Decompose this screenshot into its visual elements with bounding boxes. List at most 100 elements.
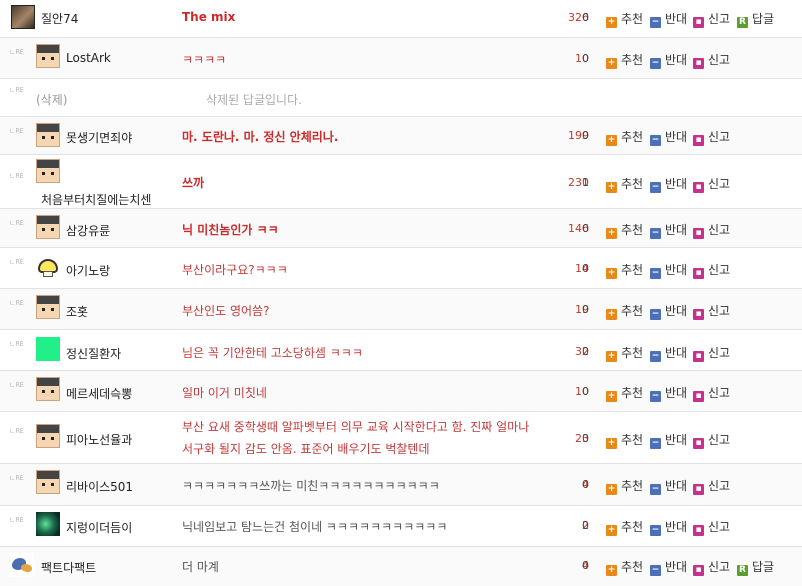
report-button[interactable]: ▪ 신고 <box>693 384 730 402</box>
comment-author[interactable]: 리바이스501 <box>66 478 133 495</box>
reply-icon: R <box>737 565 748 576</box>
user-avatar[interactable] <box>36 470 60 494</box>
recommend-button[interactable]: + 추천 <box>606 10 643 28</box>
oppose-button[interactable]: − 반대 <box>650 477 687 495</box>
user-avatar[interactable] <box>36 512 60 536</box>
user-avatar[interactable] <box>10 553 34 577</box>
comment-author[interactable]: 지렁이더듬이 <box>66 519 132 536</box>
comment-row: 질안74 The mix 326 0 + 추천 − 반대 ▪ 신고 R 답글 <box>0 0 802 38</box>
reply-arrow-icon: ㄴRE <box>9 474 24 482</box>
reply-arrow-icon: ㄴRE <box>9 340 24 348</box>
comment-author[interactable]: 못생기면죄야 <box>66 129 132 146</box>
user-avatar[interactable] <box>36 44 60 68</box>
report-button[interactable]: ▪ 신고 <box>693 344 730 362</box>
oppose-button[interactable]: − 반대 <box>650 51 687 69</box>
report-button[interactable]: ▪ 신고 <box>693 261 730 279</box>
comment-author[interactable]: 조홋 <box>66 303 88 320</box>
plus-icon: + <box>606 58 617 69</box>
minus-icon: − <box>650 351 661 362</box>
user-avatar[interactable] <box>36 295 60 319</box>
reply-row: ㄴRE 메르세데슥뽕 일마 이거 미칫네 10 0 + 추천 − 반대 ▪ 신고 <box>0 371 802 412</box>
recommend-button[interactable]: + 추천 <box>606 344 643 362</box>
plus-icon: + <box>606 565 617 576</box>
comment-author[interactable]: LostArk <box>66 51 111 65</box>
reply-arrow-icon: ㄴRE <box>9 516 24 524</box>
report-button[interactable]: ▪ 신고 <box>693 302 730 320</box>
user-avatar[interactable] <box>36 377 60 401</box>
recommend-button[interactable]: + 추천 <box>606 261 643 279</box>
oppose-button[interactable]: − 반대 <box>650 344 687 362</box>
user-avatar[interactable] <box>36 337 60 361</box>
comment-author[interactable]: 정신질환자 <box>66 345 121 362</box>
user-avatar[interactable] <box>36 255 60 279</box>
recommend-button[interactable]: + 추천 <box>606 175 643 193</box>
comment-text: 부산인도 영어씀? <box>182 304 270 318</box>
oppose-button[interactable]: − 반대 <box>650 261 687 279</box>
oppose-button[interactable]: − 반대 <box>650 431 687 449</box>
recommend-button[interactable]: + 추천 <box>606 558 643 576</box>
report-button[interactable]: ▪ 신고 <box>693 10 730 28</box>
report-icon: ▪ <box>693 565 704 576</box>
minus-icon: − <box>650 309 661 320</box>
comment-text: ㅋㅋㅋㅋㅋㅋㅋ쓰까는 미친ㅋㅋㅋㅋㅋㅋㅋㅋㅋㅋㅋ <box>182 479 440 493</box>
recommend-button[interactable]: + 추천 <box>606 518 643 536</box>
plus-icon: + <box>606 391 617 402</box>
reply-arrow-icon: ㄴRE <box>9 219 24 227</box>
plus-icon: + <box>606 135 617 146</box>
report-button[interactable]: ▪ 신고 <box>693 175 730 193</box>
comment-text: ㅋㅋㅋㅋ <box>182 53 227 67</box>
recommend-button[interactable]: + 추천 <box>606 302 643 320</box>
oppose-button[interactable]: − 반대 <box>650 558 687 576</box>
reply-button[interactable]: R 답글 <box>737 558 774 576</box>
comment-author[interactable]: 팩트다팩트 <box>41 559 96 576</box>
oppose-button[interactable]: − 반대 <box>650 518 687 536</box>
recommend-button[interactable]: + 추천 <box>606 221 643 239</box>
minus-icon: − <box>650 484 661 495</box>
recommend-button[interactable]: + 추천 <box>606 477 643 495</box>
reply-row: ㄴRE 리바이스501 ㅋㅋㅋㅋㅋㅋㅋ쓰까는 미친ㅋㅋㅋㅋㅋㅋㅋㅋㅋㅋㅋ 4 0… <box>0 464 802 506</box>
report-button[interactable]: ▪ 신고 <box>693 477 730 495</box>
reply-button[interactable]: R 답글 <box>737 10 774 28</box>
report-icon: ▪ <box>693 17 704 28</box>
downvote-count: 0 <box>582 129 589 142</box>
recommend-button[interactable]: + 추천 <box>606 128 643 146</box>
report-button[interactable]: ▪ 신고 <box>693 51 730 69</box>
report-icon: ▪ <box>693 484 704 495</box>
report-button[interactable]: ▪ 신고 <box>693 518 730 536</box>
comment-author[interactable]: 메르세데슥뽕 <box>66 385 132 402</box>
oppose-button[interactable]: − 반대 <box>650 128 687 146</box>
downvote-count: 0 <box>582 519 589 532</box>
oppose-button[interactable]: − 반대 <box>650 302 687 320</box>
comment-author[interactable]: 아기노랑 <box>66 262 110 279</box>
report-button[interactable]: ▪ 신고 <box>693 558 730 576</box>
comment-author[interactable]: 질안74 <box>41 10 78 27</box>
comment-author[interactable]: 피아노선율과 <box>66 431 132 448</box>
user-avatar[interactable] <box>36 424 60 448</box>
recommend-button[interactable]: + 추천 <box>606 384 643 402</box>
user-avatar[interactable] <box>36 159 60 183</box>
downvote-count: 0 <box>582 52 589 65</box>
report-button[interactable]: ▪ 신고 <box>693 221 730 239</box>
report-button[interactable]: ▪ 신고 <box>693 128 730 146</box>
report-button[interactable]: ▪ 신고 <box>693 431 730 449</box>
user-avatar[interactable] <box>36 123 60 147</box>
oppose-button[interactable]: − 반대 <box>650 221 687 239</box>
comment-author[interactable]: 삼강유륜 <box>66 222 110 239</box>
plus-icon: + <box>606 309 617 320</box>
report-icon: ▪ <box>693 135 704 146</box>
oppose-button[interactable]: − 반대 <box>650 10 687 28</box>
plus-icon: + <box>606 268 617 279</box>
user-avatar[interactable] <box>11 5 35 29</box>
oppose-button[interactable]: − 반대 <box>650 175 687 193</box>
comment-text-line: 부산 요새 중학생때 알파벳부터 의무 교육 시작한다고 함. 진짜 얼마나 <box>182 420 530 434</box>
comment-text: The mix <box>182 10 236 24</box>
reply-row: ㄴRE 아기노랑 부산이라구요?ㅋㅋㅋ 14 0 + 추천 − 반대 ▪ 신고 <box>0 248 802 289</box>
user-avatar[interactable] <box>36 215 60 239</box>
report-icon: ▪ <box>693 438 704 449</box>
recommend-button[interactable]: + 추천 <box>606 431 643 449</box>
recommend-button[interactable]: + 추천 <box>606 51 643 69</box>
oppose-button[interactable]: − 반대 <box>650 384 687 402</box>
comment-author[interactable]: 처음부터치질에는치센 <box>41 191 151 208</box>
reply-icon: R <box>737 17 748 28</box>
reply-arrow-icon: ㄴRE <box>9 427 24 435</box>
